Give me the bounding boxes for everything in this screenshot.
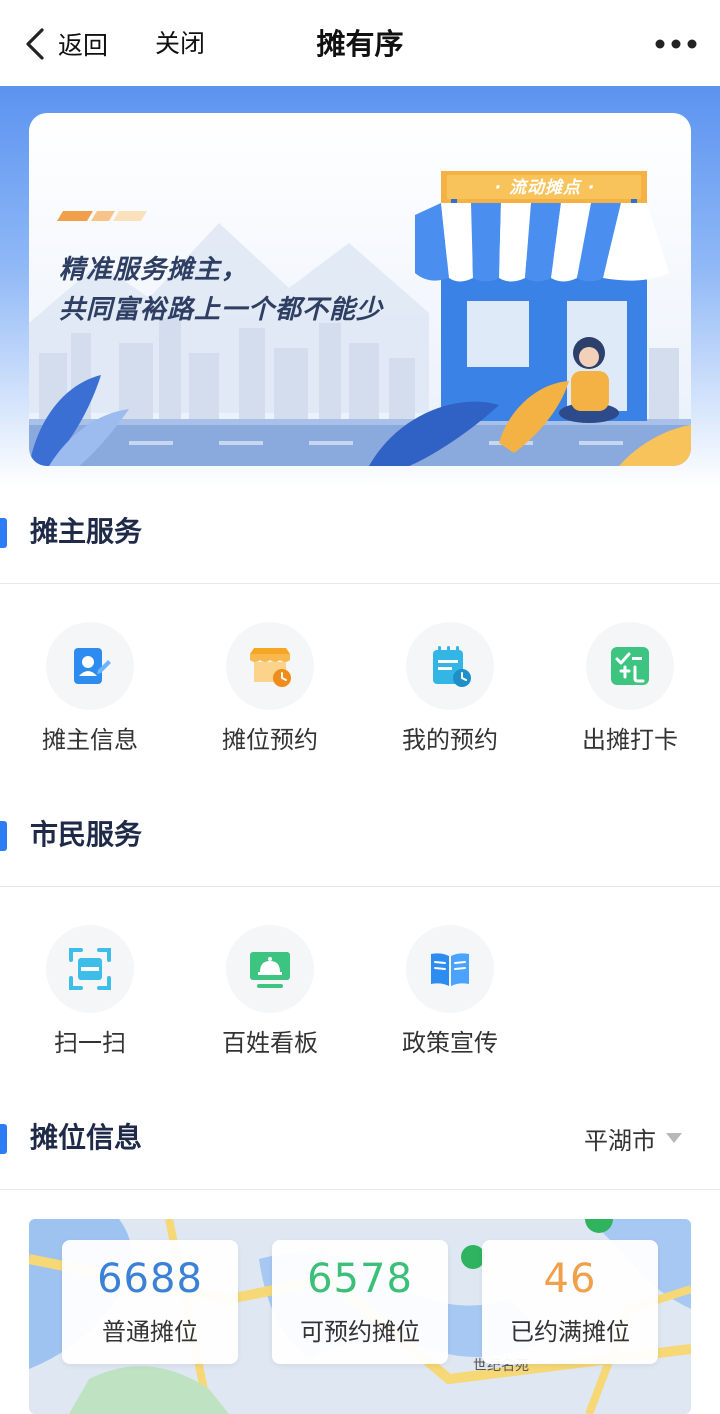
section-title: 市民服务 xyxy=(30,818,143,851)
section-divider xyxy=(0,1189,720,1190)
banner-slogan-line1: 精准服务摊主， xyxy=(59,255,249,285)
top-navbar: 返回 关闭 摊有序 xyxy=(0,0,720,86)
stat-card-full: 46 已约满摊位 xyxy=(482,1240,658,1364)
citizen-services-header: 市民服务 xyxy=(0,791,720,887)
stat-value: 46 xyxy=(543,1256,597,1302)
policy-book-icon xyxy=(431,953,469,986)
back-button[interactable]: 返回 xyxy=(22,22,108,66)
stat-label: 已约满摊位 xyxy=(510,1318,630,1346)
section-title: 摊位信息 xyxy=(30,1121,143,1154)
stall-booking-icon xyxy=(250,648,291,687)
section-accent-bar xyxy=(0,821,7,851)
vendor-info-icon-bg xyxy=(46,622,134,710)
stall-booking-icon-bg xyxy=(226,622,314,710)
checkin-icon-bg xyxy=(586,622,674,710)
close-button[interactable]: 关闭 xyxy=(155,22,205,66)
checkin-item[interactable]: 出摊打卡 xyxy=(540,584,720,754)
policy-icon-bg xyxy=(406,925,494,1013)
stall-info-header: 摊位信息 平湖市 xyxy=(0,1094,720,1190)
my-booking-label: 我的预约 xyxy=(402,726,498,754)
checkin-icon xyxy=(611,647,649,685)
checkin-label: 出摊打卡 xyxy=(582,726,678,754)
stat-label: 普通摊位 xyxy=(102,1318,198,1346)
citizen-services-grid: 扫一扫 百姓看板 政策宣传 xyxy=(0,887,720,1067)
scan-label: 扫一扫 xyxy=(54,1029,126,1057)
dashboard-icon-bg xyxy=(226,925,314,1013)
my-booking-item[interactable]: 我的预约 xyxy=(360,584,540,754)
promo-banner[interactable]: 精准服务摊主， 共同富裕路上一个都不能少 · 流动摊点 · xyxy=(29,113,691,466)
scan-icon xyxy=(69,948,111,990)
vendor-services-grid: 摊主信息 摊位预约 我的预约 出摊打卡 xyxy=(0,584,720,764)
vendor-profile-icon xyxy=(74,648,111,684)
chevron-left-icon xyxy=(26,28,44,60)
vendor-info-label: 摊主信息 xyxy=(42,726,138,754)
more-options-icon[interactable] xyxy=(652,26,700,62)
stat-card-bookable: 6578 可预约摊位 xyxy=(272,1240,448,1364)
policy-item[interactable]: 政策宣传 xyxy=(360,887,540,1057)
my-booking-icon xyxy=(433,646,471,687)
section-accent-bar xyxy=(0,518,7,548)
dashboard-label: 百姓看板 xyxy=(222,1029,318,1057)
scan-item[interactable]: 扫一扫 xyxy=(0,887,180,1057)
stat-value: 6688 xyxy=(97,1256,203,1302)
back-label: 返回 xyxy=(58,31,109,60)
dashboard-icon xyxy=(250,952,290,988)
region-dropdown[interactable]: 平湖市 xyxy=(584,1118,682,1158)
stall-booking-label: 摊位预约 xyxy=(222,726,318,754)
section-accent-bar xyxy=(0,1124,7,1154)
stall-booking-item[interactable]: 摊位预约 xyxy=(180,584,360,754)
region-value: 平湖市 xyxy=(584,1126,656,1155)
shop-sign-text: · 流动摊点 · xyxy=(494,178,596,198)
scan-icon-bg xyxy=(46,925,134,1013)
stat-value: 6578 xyxy=(307,1256,413,1302)
vendor-services-header: 摊主服务 xyxy=(0,488,720,584)
banner-slogan-line2: 共同富裕路上一个都不能少 xyxy=(59,295,384,325)
dashboard-item[interactable]: 百姓看板 xyxy=(180,887,360,1057)
stat-label: 可预约摊位 xyxy=(300,1318,420,1346)
stat-card-regular: 6688 普通摊位 xyxy=(62,1240,238,1364)
section-title: 摊主服务 xyxy=(30,515,143,548)
policy-label: 政策宣传 xyxy=(402,1029,498,1057)
vendor-info-item[interactable]: 摊主信息 xyxy=(0,584,180,754)
caret-down-icon xyxy=(666,1133,682,1143)
my-booking-icon-bg xyxy=(406,622,494,710)
